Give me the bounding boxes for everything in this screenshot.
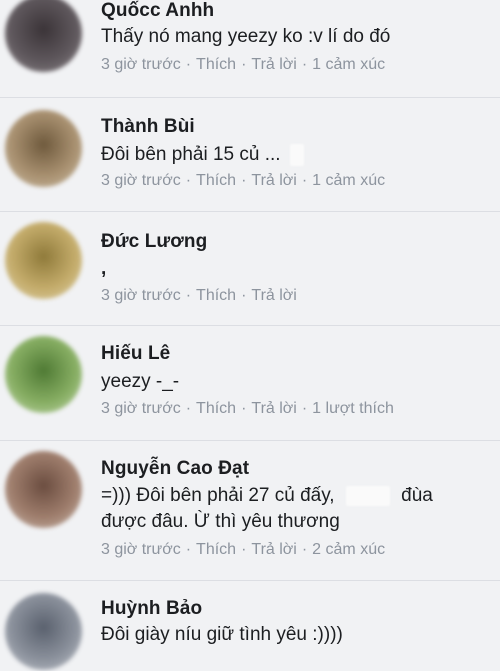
- reply-link[interactable]: Trả lời: [251, 172, 296, 189]
- reply-link[interactable]: Trả lời: [251, 541, 296, 558]
- avatar[interactable]: [5, 0, 82, 72]
- commenter-name[interactable]: Quốcc Anhh: [101, 0, 214, 22]
- comment-text: Đôi bên phải 15 củ ...: [101, 142, 481, 168]
- reply-link[interactable]: Trả lời: [251, 56, 296, 73]
- like-link[interactable]: Thích: [196, 56, 236, 73]
- comment-text: Đôi giày níu giữ tình yêu :)))): [101, 624, 343, 645]
- comment-meta: 3 giờ trước · Thích · Trả lời · 2 cảm xúc: [101, 541, 386, 558]
- comment-list: Quốcc Anhh Thấy nó mang yeezy ko :v lí d…: [0, 0, 500, 671]
- comment-time[interactable]: 3 giờ trước: [101, 56, 181, 73]
- commenter-name[interactable]: Nguyễn Cao Đạt: [101, 458, 249, 480]
- comment-meta: 3 giờ trước · Thích · Trả lời · 1 lượt thích: [101, 400, 394, 417]
- comment-item: Quốcc Anhh Thấy nó mang yeezy ko :v lí d…: [0, 0, 500, 98]
- commenter-name[interactable]: Huỳnh Bảo: [101, 598, 202, 620]
- comment-time[interactable]: 3 giờ trước: [101, 287, 181, 304]
- avatar[interactable]: [5, 451, 82, 528]
- commenter-name[interactable]: Đức Lương: [101, 231, 207, 253]
- redacted-mention: [289, 143, 304, 166]
- comment-text-line-1: =))) Đôi bên phải 27 củ đấy,: [101, 485, 335, 506]
- reaction-count[interactable]: 2 cảm xúc: [312, 541, 385, 558]
- reaction-count[interactable]: 1 cảm xúc: [312, 172, 385, 189]
- like-link[interactable]: Thích: [196, 400, 236, 417]
- like-link[interactable]: Thích: [196, 541, 236, 558]
- commenter-name[interactable]: Hiếu Lê: [101, 343, 170, 365]
- comment-meta: 3 giờ trước · Thích · Trả lời · 1 cảm xúc: [101, 56, 386, 73]
- comment-text: yeezy -_-: [101, 371, 180, 392]
- comment-text: =))) Đôi bên phải 27 củ đấy, đùa được đâ…: [101, 483, 481, 535]
- comment-item: Đức Lương , 3 giờ trước · Thích · Trả lời: [0, 212, 500, 326]
- comment-time[interactable]: 3 giờ trước: [101, 541, 181, 558]
- reaction-count[interactable]: 1 cảm xúc: [312, 56, 385, 73]
- comment-text-content: Đôi bên phải 15 củ ...: [101, 144, 281, 165]
- comment-text-line-2: được đâu. Ừ thì yêu thương: [101, 511, 340, 532]
- avatar[interactable]: [5, 110, 82, 187]
- reply-link[interactable]: Trả lời: [251, 287, 296, 304]
- comment-text: ,: [101, 258, 107, 279]
- comment-item: Nguyễn Cao Đạt =))) Đôi bên phải 27 củ đ…: [0, 441, 500, 581]
- comment-item: Thành Bùi Đôi bên phải 15 củ ... 3 giờ t…: [0, 98, 500, 212]
- commenter-name[interactable]: Thành Bùi: [101, 116, 195, 138]
- comment-item: Hiếu Lê yeezy -_- 3 giờ trước · Thích · Trả …: [0, 326, 500, 441]
- comment-text: Thấy nó mang yeezy ko :v lí do đó: [101, 26, 391, 47]
- comment-meta: 3 giờ trước · Thích · Trả lời: [101, 287, 297, 304]
- avatar[interactable]: [5, 222, 82, 299]
- like-link[interactable]: Thích: [196, 172, 236, 189]
- avatar[interactable]: [5, 336, 82, 413]
- reaction-count[interactable]: 1 lượt thích: [312, 400, 394, 417]
- redacted-mention: [345, 485, 390, 506]
- avatar[interactable]: [5, 593, 82, 670]
- like-link[interactable]: Thích: [196, 287, 236, 304]
- comment-item: Huỳnh Bảo Đôi giày níu giữ tình yêu :)))…: [0, 581, 500, 671]
- reply-link[interactable]: Trả lời: [251, 400, 296, 417]
- comment-time[interactable]: 3 giờ trước: [101, 400, 181, 417]
- comment-time[interactable]: 3 giờ trước: [101, 172, 181, 189]
- comment-meta: 3 giờ trước · Thích · Trả lời · 1 cảm xúc: [101, 172, 386, 189]
- comment-text-line-1-end: đùa: [401, 485, 433, 506]
